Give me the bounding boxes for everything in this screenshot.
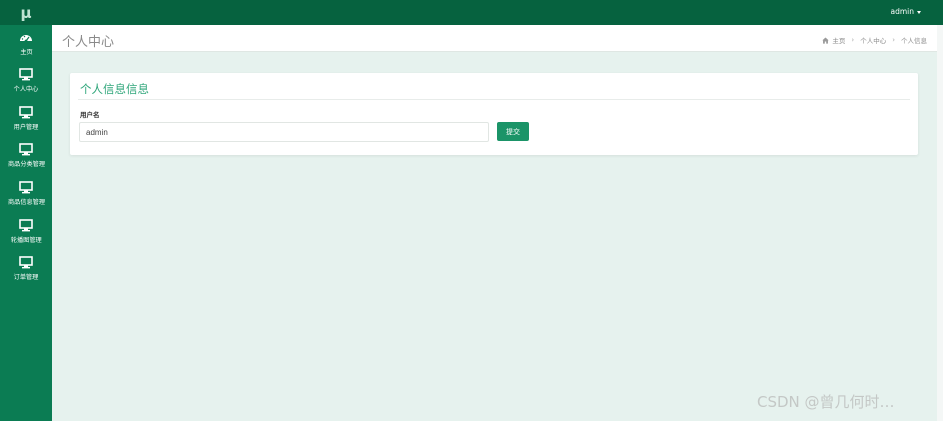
username-label: 用户名 (80, 111, 100, 119)
sidebar: μ 主页 个人中心 用户管理 商品分类管理 商品信息管理 轮播图管理 订单管理 (0, 0, 52, 421)
sidebar-item-label: 个人中心 (13, 85, 39, 93)
card-divider (78, 99, 910, 100)
dashboard-icon (20, 35, 32, 43)
sidebar-item-product-management[interactable]: 商品信息管理 (0, 181, 52, 217)
breadcrumb-current: 个人信息 (901, 37, 927, 45)
sidebar-item-order-management[interactable]: 订单管理 (0, 256, 52, 292)
scrollbar[interactable] (937, 25, 943, 421)
sidebar-item-category-management[interactable]: 商品分类管理 (0, 143, 52, 179)
sidebar-item-user-management[interactable]: 用户管理 (0, 106, 52, 142)
sidebar-item-label: 商品信息管理 (7, 198, 45, 206)
card-title: 个人信息信息 (80, 82, 149, 96)
sidebar-item-home[interactable]: 主页 (0, 31, 52, 67)
monitor-icon (19, 219, 33, 232)
sidebar-item-label: 商品分类管理 (7, 160, 45, 168)
breadcrumb-home[interactable]: 主页 (832, 35, 845, 45)
monitor-icon (19, 106, 33, 119)
submit-button[interactable]: 提交 (497, 122, 529, 141)
user-menu[interactable]: admin (890, 7, 921, 16)
sidebar-item-label: 用户管理 (13, 123, 39, 131)
caret-down-icon (917, 10, 921, 14)
sidebar-item-personal-center[interactable]: 个人中心 (0, 68, 52, 104)
page-header: 个人中心 主页 › 个人中心 › 个人信息 (52, 25, 937, 52)
breadcrumb-personal-center[interactable]: 个人中心 (860, 35, 886, 45)
logo: μ (0, 0, 52, 25)
chevron-right-icon: › (892, 36, 895, 44)
watermark: CSDN @曾几何时… (757, 393, 895, 411)
username-input[interactable] (79, 122, 489, 142)
app-root: μ 主页 个人中心 用户管理 商品分类管理 商品信息管理 轮播图管理 订单管理 … (0, 0, 943, 421)
monitor-icon (19, 143, 33, 156)
monitor-icon (19, 256, 33, 269)
username: admin (890, 7, 915, 16)
monitor-icon (19, 181, 33, 194)
profile-form-card: 个人信息信息 用户名 提交 (70, 73, 918, 155)
sidebar-item-label: 订单管理 (13, 273, 39, 281)
home-icon (822, 36, 830, 44)
top-bar: admin (52, 0, 943, 25)
sidebar-item-label: 主页 (19, 48, 33, 56)
monitor-icon (19, 68, 33, 81)
sidebar-item-label: 轮播图管理 (10, 236, 42, 244)
sidebar-item-carousel-management[interactable]: 轮播图管理 (0, 219, 52, 255)
breadcrumb: 主页 › 个人中心 › 个人信息 (822, 35, 927, 45)
chevron-right-icon: › (851, 36, 855, 44)
page-title: 个人中心 (62, 35, 115, 50)
